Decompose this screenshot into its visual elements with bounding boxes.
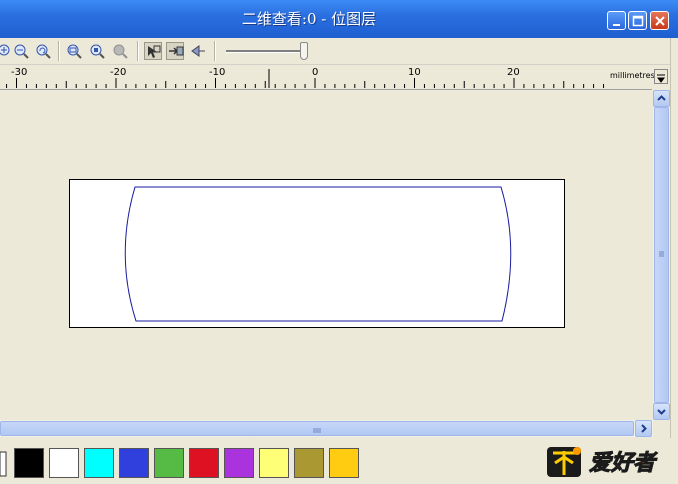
color-swatch[interactable]	[154, 448, 184, 478]
color-swatch[interactable]	[189, 448, 219, 478]
chevron-down-icon	[657, 74, 665, 83]
zoom-slider-thumb[interactable]	[300, 42, 308, 60]
ruler-units-dropdown[interactable]	[654, 69, 668, 84]
zoom-disabled-icon	[113, 44, 128, 59]
vertical-scroll-thumb[interactable]	[654, 107, 669, 403]
select-tool-icon	[148, 45, 161, 58]
drawing-canvas[interactable]	[0, 90, 652, 420]
view-toolbar	[0, 38, 678, 65]
toolbar-separator	[58, 41, 59, 61]
chevron-right-icon	[641, 424, 647, 433]
ruler-label: 10	[408, 67, 421, 78]
color-swatch[interactable]	[329, 448, 359, 478]
grip-icon	[659, 251, 664, 257]
ruler-unit-label: millimetres	[610, 71, 655, 80]
palette-tool-icon[interactable]	[0, 448, 8, 478]
horizontal-scrollbar[interactable]	[0, 420, 653, 437]
bitmap-frame[interactable]	[69, 179, 565, 328]
color-swatch[interactable]	[294, 448, 324, 478]
zoom-previous-button[interactable]	[34, 42, 52, 60]
zoom-disabled-button[interactable]	[111, 42, 129, 60]
zoom-out-icon	[14, 44, 29, 59]
minimize-icon	[613, 24, 620, 26]
horizontal-scroll-thumb[interactable]	[0, 421, 634, 436]
close-button[interactable]	[650, 11, 669, 30]
scroll-right-button[interactable]	[635, 420, 652, 437]
color-swatch[interactable]	[119, 448, 149, 478]
move-tool-icon	[169, 46, 184, 56]
site-logo: 爱好者	[545, 441, 671, 479]
maximize-icon	[632, 15, 644, 27]
scroll-up-button[interactable]	[653, 90, 670, 107]
title-bar: 二维查看:0 - 位图层	[0, 0, 678, 38]
ruler-label: -30	[11, 67, 28, 78]
ruler-label: -20	[110, 67, 127, 78]
color-swatch[interactable]	[224, 448, 254, 478]
color-swatch[interactable]	[49, 448, 79, 478]
zoom-window-button[interactable]	[88, 42, 106, 60]
zoom-slider-track	[226, 50, 306, 53]
chevron-down-icon	[657, 409, 666, 415]
chevron-up-icon	[657, 95, 666, 101]
logo-text: 爱好者	[588, 451, 656, 477]
zoom-fit-button[interactable]	[65, 42, 83, 60]
ruler-label: 0	[312, 67, 319, 78]
color-swatch[interactable]	[14, 448, 44, 478]
color-swatch[interactable]	[259, 448, 289, 478]
pan-tool-button[interactable]	[189, 42, 207, 60]
toolbar-separator	[214, 41, 215, 61]
scroll-down-button[interactable]	[653, 403, 670, 420]
toolbar-separator	[137, 41, 138, 61]
move-tool-button[interactable]	[166, 42, 184, 60]
horizontal-ruler: -30 -20 -10 0 10 20 millimetres	[0, 65, 655, 90]
window-title: 二维查看:0 - 位图层	[241, 10, 377, 28]
ruler-label: -10	[209, 67, 226, 78]
close-icon	[655, 16, 665, 26]
minimize-button[interactable]	[607, 11, 626, 30]
pan-tool-icon	[191, 45, 205, 57]
zoom-window-icon	[90, 44, 105, 59]
select-tool-button[interactable]	[144, 42, 162, 60]
drawing-svg	[69, 179, 565, 328]
zoom-out-button[interactable]	[12, 42, 30, 60]
ruler-ticks	[6, 69, 605, 88]
color-swatch[interactable]	[84, 448, 114, 478]
vertical-scrollbar[interactable]	[653, 90, 670, 420]
zoom-fit-icon	[67, 44, 82, 59]
ruler-label: 20	[507, 67, 520, 78]
maximize-button[interactable]	[628, 11, 647, 30]
zoom-previous-icon	[36, 44, 51, 59]
grip-icon	[313, 428, 321, 433]
window-right-border	[670, 38, 678, 484]
